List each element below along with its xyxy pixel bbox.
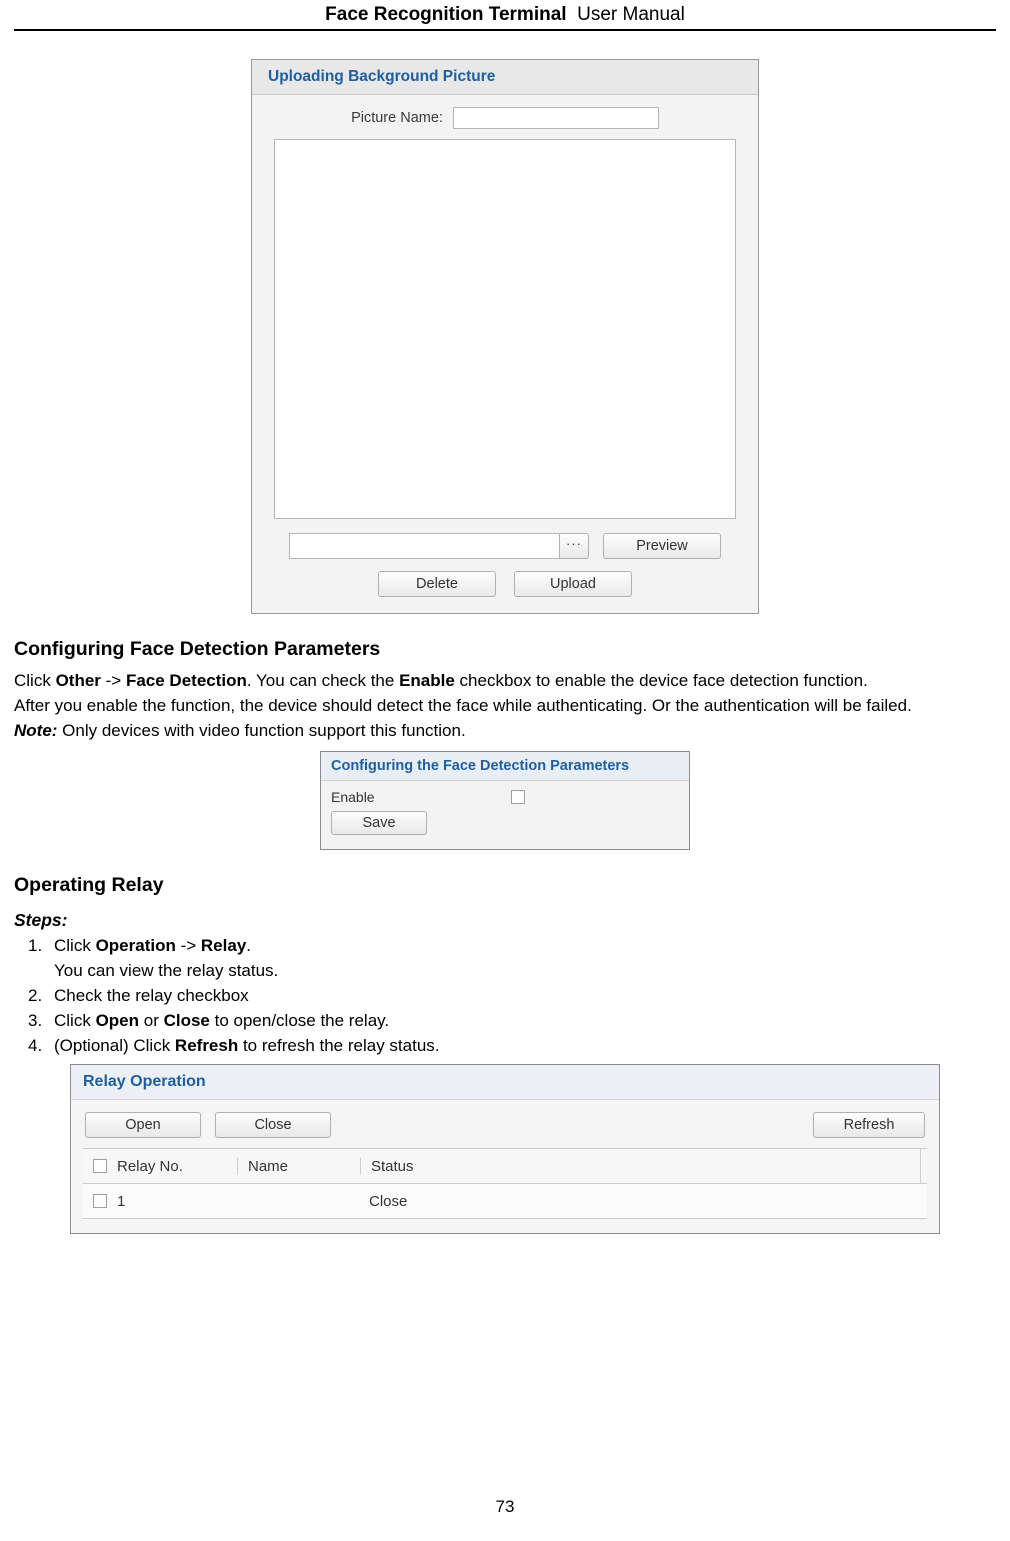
save-button[interactable]: Save xyxy=(331,811,427,835)
text-arrow1: -> xyxy=(100,671,126,690)
header-title-normal: User Manual xyxy=(577,4,685,25)
preview-button[interactable]: Preview xyxy=(603,533,721,559)
step-text-part-bold: Refresh xyxy=(174,1036,239,1055)
column-name: Name xyxy=(237,1157,360,1175)
select-all-checkbox[interactable] xyxy=(93,1159,107,1173)
page-header: Face Recognition Terminal User Manual xyxy=(14,0,996,31)
step-text: (Optional) Click Refresh to refresh the … xyxy=(54,1033,996,1058)
step-text-part-bold: Operation xyxy=(95,936,176,955)
delete-button[interactable]: Delete xyxy=(378,571,496,597)
heading-configuring-face-detection: Configuring Face Detection Parameters xyxy=(14,638,381,660)
paragraph-face-detection-1: Click Other -> Face Detection. You can c… xyxy=(14,668,996,693)
document-page: Face Recognition Terminal User Manual Up… xyxy=(0,0,1010,1541)
list-item-sub: You can view the relay status. xyxy=(14,958,996,983)
step-text-part-bold: Close xyxy=(163,1011,210,1030)
relay-table: Relay No. Name Status 1 Close xyxy=(71,1148,939,1233)
table-header-row: Relay No. Name Status xyxy=(83,1148,927,1184)
step-number: 1. xyxy=(28,936,43,955)
header-title-bold: Face Recognition Terminal xyxy=(325,4,567,25)
paragraph-face-detection-2: After you enable the function, the devic… xyxy=(14,696,912,715)
enable-label: Enable xyxy=(331,789,375,805)
step-text-part-bold: Open xyxy=(95,1011,140,1030)
list-item: 4. (Optional) Click Refresh to refresh t… xyxy=(14,1033,996,1058)
file-path-row: ··· Preview xyxy=(252,533,758,559)
step-text-part-bold: Relay xyxy=(200,936,247,955)
column-end-divider xyxy=(920,1149,927,1183)
steps-label: Steps: xyxy=(14,910,68,930)
step-text: Click Operation -> Relay. xyxy=(54,933,996,958)
upload-button[interactable]: Upload xyxy=(514,571,632,597)
text-other: Other xyxy=(55,671,101,690)
text-click: Click xyxy=(14,671,56,690)
step-text-part: to open/close the relay. xyxy=(209,1011,390,1030)
cell-relay-no: 1 xyxy=(117,1192,126,1210)
step-text-part: Click xyxy=(54,936,96,955)
page-footer: 73 xyxy=(0,1497,1010,1517)
step-number: 3. xyxy=(28,1011,43,1030)
text-enable: Enable xyxy=(399,671,455,690)
file-path-input-group: ··· xyxy=(289,533,589,559)
cell-status: Close xyxy=(369,1192,408,1210)
step-text-part: (Optional) Click xyxy=(54,1036,175,1055)
paragraph-face-detection-note: Note: Only devices with video function s… xyxy=(14,718,996,743)
heading-operating-relay: Operating Relay xyxy=(14,874,164,896)
close-button[interactable]: Close xyxy=(215,1112,331,1138)
row-end-divider xyxy=(921,1184,927,1218)
row-checkbox[interactable] xyxy=(93,1194,107,1208)
uploading-background-picture-panel: Uploading Background Picture Picture Nam… xyxy=(251,59,759,614)
step-text: Check the relay checkbox xyxy=(54,986,249,1005)
step-text-part: or xyxy=(139,1011,164,1030)
panel-title: Uploading Background Picture xyxy=(252,60,758,95)
open-button[interactable]: Open xyxy=(85,1112,201,1138)
browse-button[interactable]: ··· xyxy=(559,533,589,559)
step-number: 4. xyxy=(28,1036,43,1055)
picture-name-input[interactable] xyxy=(452,107,659,129)
file-path-input[interactable] xyxy=(289,533,559,559)
save-row: Save xyxy=(321,807,689,849)
page-number: 73 xyxy=(495,1497,515,1516)
note-text: Only devices with video function support… xyxy=(57,721,466,740)
picture-name-row: Picture Name: xyxy=(252,95,758,135)
step-text-part: Click xyxy=(54,1011,96,1030)
step-text-part: to refresh the relay status. xyxy=(238,1036,440,1055)
select-all-checkbox-cell xyxy=(83,1159,117,1173)
enable-row: Enable xyxy=(321,781,689,807)
face-detection-parameters-panel: Configuring the Face Detection Parameter… xyxy=(320,751,690,850)
picture-name-label: Picture Name: xyxy=(351,110,443,126)
panel-title: Relay Operation xyxy=(71,1065,939,1100)
step-text: Click Open or Close to open/close the re… xyxy=(54,1008,996,1033)
note-label: Note: xyxy=(14,721,58,740)
row-checkbox-cell xyxy=(83,1194,117,1208)
picture-preview-area xyxy=(274,139,736,519)
step-subtext: You can view the relay status. xyxy=(54,961,279,980)
list-item: 3. Click Open or Close to open/close the… xyxy=(14,1008,996,1033)
figure-face-detection-wrap: Configuring the Face Detection Parameter… xyxy=(14,743,996,850)
text-post: checkbox to enable the device face detec… xyxy=(454,671,868,690)
step-text-part: . xyxy=(246,936,252,955)
column-relay-no: Relay No. xyxy=(117,1157,183,1175)
step-text-part: -> xyxy=(175,936,201,955)
upload-actions-row: Delete Upload xyxy=(252,571,758,613)
column-status: Status xyxy=(360,1157,920,1175)
text-mid2: . You can check the xyxy=(246,671,400,690)
figure-uploading-background-picture-wrap: Uploading Background Picture Picture Nam… xyxy=(14,31,996,614)
panel-title: Configuring the Face Detection Parameter… xyxy=(321,752,689,781)
refresh-button[interactable]: Refresh xyxy=(813,1112,925,1138)
list-item: 2. Check the relay checkbox xyxy=(14,983,996,1008)
step-number: 2. xyxy=(28,986,43,1005)
text-face-detection: Face Detection xyxy=(125,671,247,690)
table-row[interactable]: 1 Close xyxy=(83,1184,927,1219)
relay-toolbar: Open Close Refresh xyxy=(71,1100,939,1148)
relay-operation-panel: Relay Operation Open Close Refresh Relay… xyxy=(70,1064,940,1234)
relay-steps-list: 1. Click Operation -> Relay. You can vie… xyxy=(14,933,996,1058)
list-item: 1. Click Operation -> Relay. xyxy=(14,933,996,958)
enable-checkbox[interactable] xyxy=(511,790,525,804)
